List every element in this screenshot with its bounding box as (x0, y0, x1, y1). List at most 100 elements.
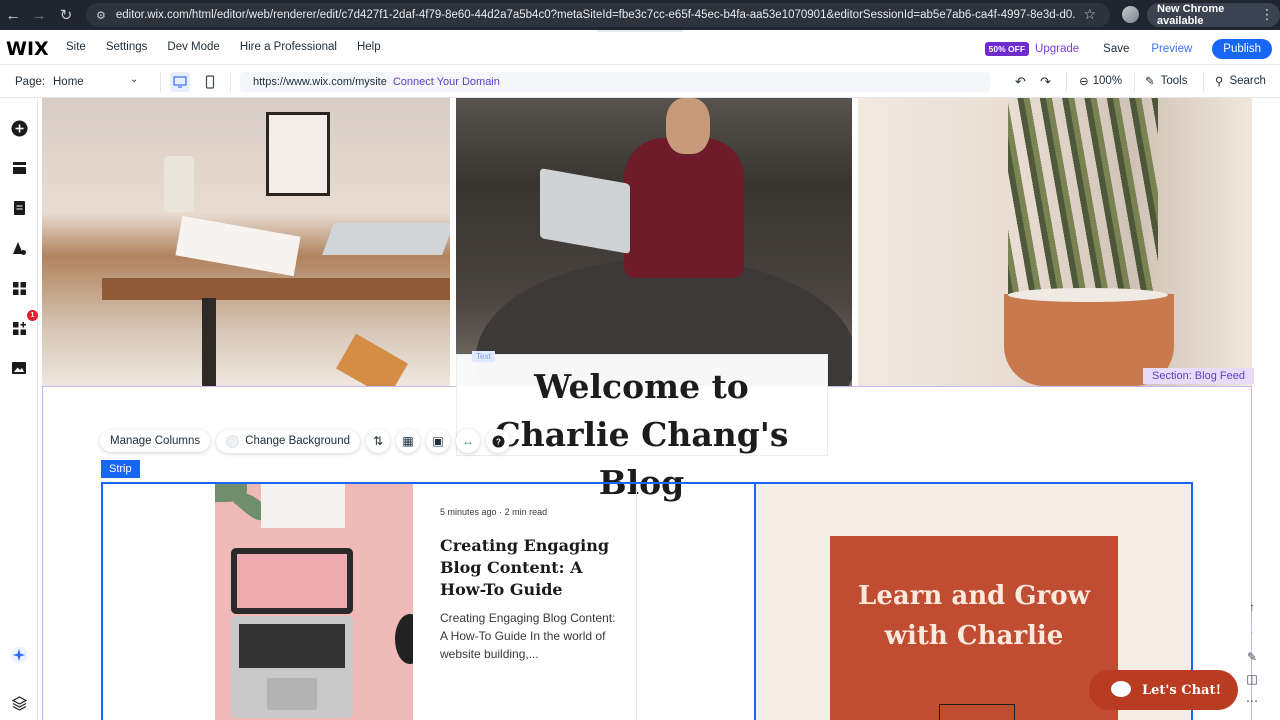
manage-columns-button[interactable]: Manage Columns (100, 430, 211, 452)
browser-toolbar: ← → ↻ ⚙ editor.wix.com/html/editor/web/r… (0, 0, 1280, 30)
laptop-illustration (231, 548, 353, 718)
redo-icon[interactable]: ↷ (1040, 74, 1051, 90)
divider (1203, 72, 1204, 92)
chrome-menu-icon[interactable]: ⋮ (1260, 6, 1274, 23)
tools-icon: ✎ (1145, 76, 1155, 88)
menu-hire-professional[interactable]: Hire a Professional (240, 41, 337, 53)
move-up-icon[interactable]: ↑ (1240, 596, 1264, 618)
forward-icon[interactable]: → (26, 2, 52, 28)
post-title[interactable]: Creating Engaging Blog Content: A How-To… (440, 535, 620, 601)
tools-button[interactable]: ✎ Tools (1145, 74, 1188, 88)
apps-icon[interactable] (10, 279, 28, 297)
promo-title[interactable]: Learn and Grow with Charlie (830, 576, 1118, 656)
arrange-icon[interactable]: ⇅ (366, 429, 390, 453)
menu-settings[interactable]: Settings (106, 41, 148, 53)
add-section-icon[interactable] (10, 159, 28, 177)
profile-avatar[interactable] (1122, 6, 1139, 23)
left-sidebar: 1 (0, 98, 38, 720)
preview-button[interactable]: Preview (1151, 43, 1192, 55)
ai-assistant-icon[interactable] (10, 646, 28, 664)
edit-pencil-icon[interactable]: ✎ (1240, 646, 1264, 668)
page-toolbar: Page: Home ⌄ https://www.wix.com/mysite … (0, 66, 1280, 98)
chevron-down-icon[interactable]: ⌄ (130, 74, 138, 85)
crop-icon[interactable]: ▣ (426, 429, 450, 453)
top-menu: Site Settings Dev Mode Hire a Profession… (66, 41, 401, 53)
desk-leg (202, 298, 216, 386)
site-info-icon[interactable]: ⚙ (96, 9, 106, 22)
publish-button[interactable]: Publish (1212, 39, 1272, 59)
promo-illustration (939, 704, 1015, 720)
hero-gallery[interactable] (42, 98, 1252, 386)
reload-icon[interactable]: ↻ (53, 2, 79, 28)
back-icon[interactable]: ← (0, 2, 26, 28)
menu-help[interactable]: Help (357, 41, 381, 53)
site-url: https://www.wix.com/mysite (253, 76, 387, 88)
post-excerpt: Creating Engaging Blog Content: A How-To… (440, 611, 616, 661)
pages-icon[interactable] (10, 199, 28, 217)
design-icon[interactable] (10, 239, 28, 257)
pot-soil (1008, 288, 1168, 302)
section-label[interactable]: Section: Blog Feed (1143, 368, 1254, 384)
wix-logo[interactable]: WIX (6, 38, 49, 60)
desktop-view-icon[interactable] (170, 72, 190, 92)
divider (1066, 72, 1067, 92)
more-options-icon[interactable]: ⋯ (1240, 690, 1264, 712)
chat-bubble-icon (1111, 681, 1131, 697)
change-background-button[interactable]: Change Background (216, 429, 360, 453)
change-background-label: Change Background (245, 435, 350, 447)
strip-toolbar: Manage Columns Change Background ⇅ ▦ ▣ ↔… (100, 429, 510, 453)
zoom-value: 100% (1092, 75, 1123, 87)
person (624, 138, 744, 278)
business-apps-icon[interactable] (10, 319, 28, 337)
papers (175, 215, 301, 277)
address-url: editor.wix.com/html/editor/web/renderer/… (115, 9, 1076, 21)
search-button[interactable]: ⚲ Search (1215, 74, 1266, 88)
chat-button[interactable]: Let's Chat! (1089, 670, 1238, 710)
desk-photo[interactable] (42, 98, 450, 386)
divider (160, 72, 161, 92)
discount-badge: 50% OFF (984, 42, 1030, 56)
help-icon[interactable]: ? (486, 429, 510, 453)
move-down-icon[interactable]: ↓ (1240, 618, 1264, 640)
strip-label[interactable]: Strip (101, 460, 140, 478)
chair (336, 333, 408, 386)
post-thumbnail[interactable] (215, 484, 413, 720)
zoom-control[interactable]: ⊖ 100% (1079, 74, 1122, 88)
laptop-shape (322, 223, 450, 255)
divider (1134, 72, 1135, 92)
zoom-out-icon[interactable]: ⊖ (1079, 74, 1089, 88)
media-icon[interactable] (10, 359, 28, 377)
post-read-time: 2 min read (504, 507, 548, 517)
address-bar[interactable]: ⚙ editor.wix.com/html/editor/web/rendere… (86, 3, 1110, 27)
bookmark-star-icon[interactable]: ☆ (1083, 6, 1096, 23)
stretch-icon[interactable]: ↔ (456, 429, 480, 453)
chat-label: Let's Chat! (1142, 682, 1222, 698)
vase (164, 156, 194, 212)
page-select[interactable]: Home (53, 76, 84, 88)
background-swatch-icon (226, 434, 240, 448)
search-label: Search (1229, 75, 1266, 87)
plant-photo[interactable] (858, 98, 1252, 386)
editor-top-bar: WIX Site Settings Dev Mode Hire a Profes… (0, 32, 1280, 65)
upgrade-link[interactable]: Upgrade (1035, 43, 1079, 55)
mobile-view-icon[interactable] (200, 72, 220, 92)
post-meta: 5 minutes ago · 2 min read (440, 507, 547, 517)
editor-canvas[interactable]: Section: Blog Feed Text Welcome to Charl… (39, 98, 1280, 720)
section-layout-icon[interactable]: ◫ (1240, 668, 1264, 690)
add-elements-icon[interactable] (10, 119, 28, 137)
person-head (666, 98, 710, 154)
text-element-label: Text (472, 351, 495, 362)
man-with-laptop-photo[interactable] (456, 98, 852, 386)
menu-site[interactable]: Site (66, 41, 86, 53)
wall-art (266, 112, 330, 196)
laptop-shape (540, 168, 630, 254)
undo-icon[interactable]: ↶ (1015, 74, 1026, 90)
divider (230, 72, 231, 92)
layout-icon[interactable]: ▦ (396, 429, 420, 453)
site-url-bar: https://www.wix.com/mysite Connect Your … (240, 72, 990, 92)
connect-domain-link[interactable]: Connect Your Domain (393, 76, 500, 88)
menu-dev-mode[interactable]: Dev Mode (167, 41, 219, 53)
layers-icon[interactable] (10, 694, 28, 712)
save-button[interactable]: Save (1103, 43, 1129, 55)
coffee-cup (395, 614, 413, 664)
